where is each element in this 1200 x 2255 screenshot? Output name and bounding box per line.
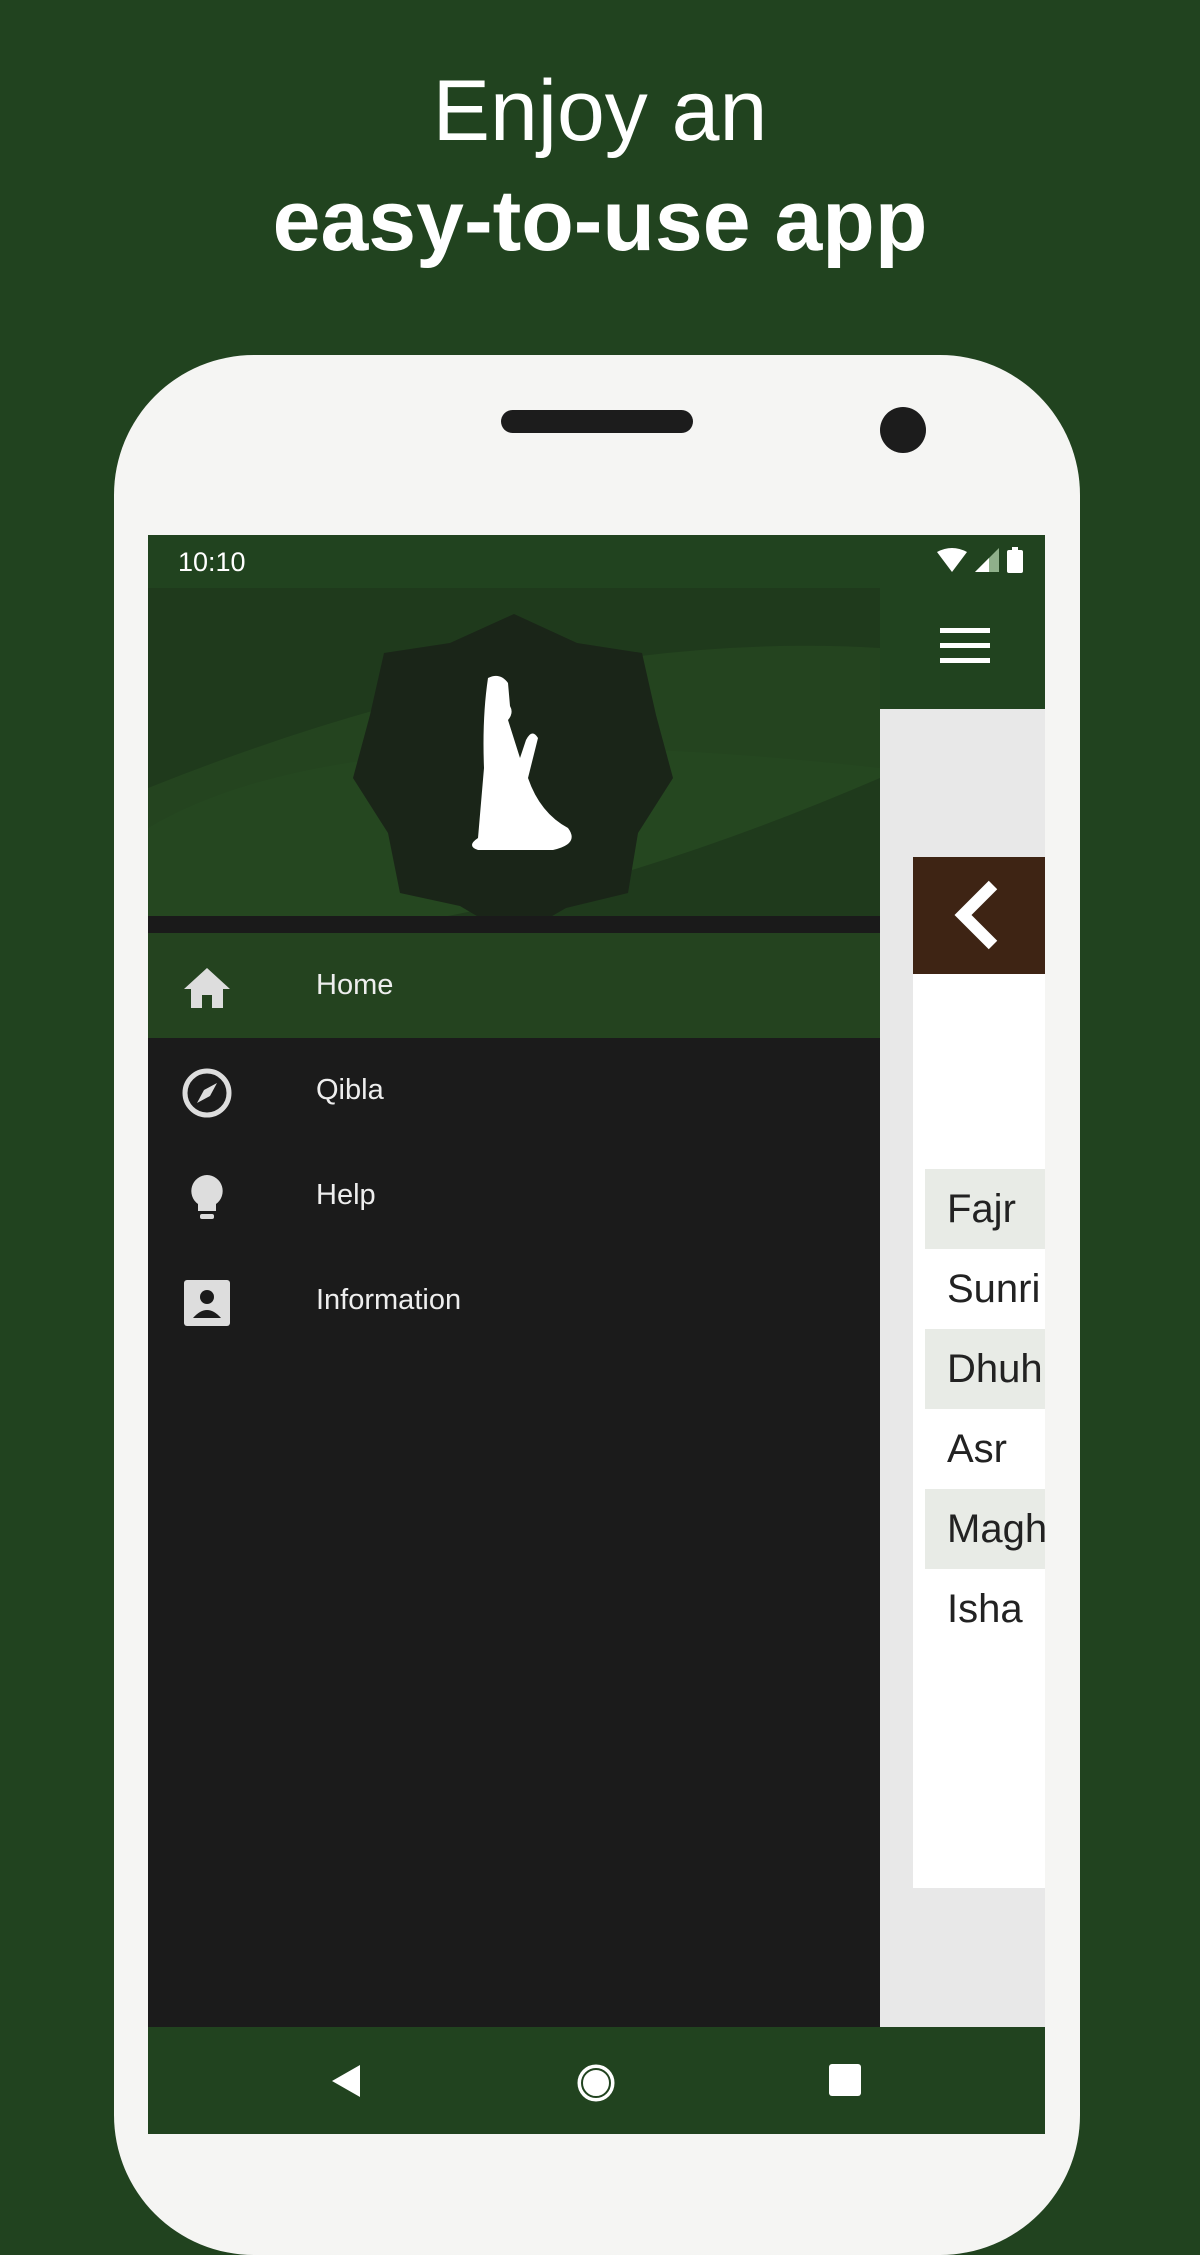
status-bar: 10:10 — [148, 535, 1045, 588]
menu-icon[interactable] — [940, 628, 990, 664]
navigation-drawer: Home Qibla Help Information — [148, 588, 880, 2027]
headline-line1: Enjoy an — [432, 63, 768, 159]
prayer-row-sunrise: Sunri — [947, 1267, 1041, 1311]
drawer-item-home[interactable]: Home — [148, 933, 880, 1038]
back-icon[interactable] — [328, 2063, 364, 2099]
battery-icon — [1007, 547, 1023, 573]
header-divider — [148, 916, 880, 933]
prayer-row-fajr: Fajr — [925, 1169, 1045, 1249]
chevron-left-icon — [954, 880, 998, 950]
drawer-item-label: Qibla — [316, 1074, 384, 1106]
contact-card-icon — [184, 1280, 230, 1326]
status-time: 10:10 — [178, 547, 246, 577]
header-background — [148, 588, 880, 916]
phone-speaker — [501, 410, 693, 433]
recents-icon[interactable] — [828, 2063, 862, 2097]
drawer-item-qibla[interactable]: Qibla — [148, 1038, 880, 1143]
drawer-header — [148, 588, 880, 916]
headline-line2: easy-to-use app — [272, 173, 928, 269]
app-toolbar — [880, 588, 1045, 709]
compass-icon — [182, 1068, 232, 1118]
home-circle-icon[interactable] — [576, 2063, 616, 2103]
drawer-item-label: Home — [316, 969, 394, 1001]
drawer-item-information[interactable]: Information — [148, 1248, 880, 1353]
phone-camera — [880, 407, 926, 453]
drawer-item-help[interactable]: Help — [148, 1143, 880, 1248]
drawer-item-label: Help — [316, 1179, 376, 1211]
home-icon — [184, 968, 230, 1008]
prayer-row-maghrib: Magh — [925, 1489, 1045, 1569]
phone-screen: 10:10 Fajr Sunri Dhuh Asr Magh Isha Home… — [148, 535, 1045, 2134]
lightbulb-icon — [191, 1175, 223, 1219]
signal-icon — [975, 548, 999, 572]
drawer-item-label: Information — [316, 1284, 462, 1316]
previous-day-button[interactable] — [913, 857, 1045, 974]
prayer-row-asr: Asr — [947, 1427, 1007, 1471]
prayer-row-dhuhr: Dhuh — [925, 1329, 1045, 1409]
system-nav-bar — [148, 2027, 1045, 2134]
prayer-row-isha: Isha — [947, 1587, 1023, 1631]
prayer-card: Fajr Sunri Dhuh Asr Magh Isha — [913, 857, 1045, 1888]
wifi-icon — [937, 548, 967, 572]
